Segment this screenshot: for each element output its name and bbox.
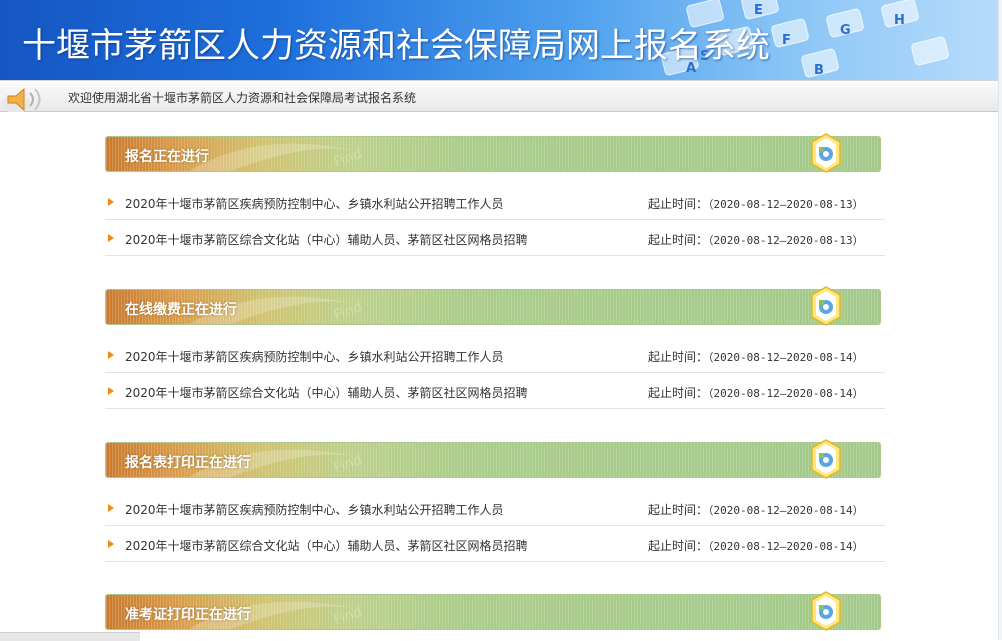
header-banner: E S F G H B A 十堰市茅箭区人力资源和社会保障局网上报名系统 (0, 0, 998, 80)
welcome-bar: 欢迎使用湖北省十堰市茅箭区人力资源和社会保障局考试报名系统 (0, 80, 998, 112)
gear-hexagon-icon (811, 286, 841, 326)
list-item: 2020年十堰市茅箭区疾病预防控制中心、乡镇水利站公开招聘工作人员 起止时间：（… (105, 337, 885, 373)
gear-hexagon-icon (811, 591, 841, 631)
date-range: 起止时间：（2020-08-12—2020-08-13） (648, 233, 864, 247)
arrow-right-icon (108, 234, 114, 242)
section-admission-ticket: Find 准考证打印正在进行 (105, 591, 885, 631)
recruitment-link[interactable]: 2020年十堰市茅箭区疾病预防控制中心、乡镇水利站公开招聘工作人员 (125, 501, 504, 518)
arrow-right-icon (108, 198, 114, 206)
svg-text:Find: Find (332, 146, 364, 171)
section-title: 报名正在进行 (125, 149, 209, 165)
recruitment-link[interactable]: 2020年十堰市茅箭区疾病预防控制中心、乡镇水利站公开招聘工作人员 (125, 195, 504, 212)
section-header: Find 报名正在进行 (105, 136, 881, 172)
section-online-payment: Find 在线缴费正在进行 2020年十堰市茅箭区疾病预防控制中心、乡镇水利站公… (105, 286, 885, 409)
list-item: 2020年十堰市茅箭区综合文化站（中心）辅助人员、茅箭区社区网格员招聘 起止时间… (105, 373, 885, 409)
gear-hexagon-icon (811, 439, 841, 479)
arrow-right-icon (108, 540, 114, 548)
recruitment-link[interactable]: 2020年十堰市茅箭区综合文化站（中心）辅助人员、茅箭区社区网格员招聘 (125, 537, 528, 554)
section-title: 准考证打印正在进行 (125, 607, 251, 623)
svg-text:G: G (840, 23, 851, 38)
date-range: 起止时间：（2020-08-12—2020-08-14） (648, 386, 864, 400)
welcome-text: 欢迎使用湖北省十堰市茅箭区人力资源和社会保障局考试报名系统 (68, 91, 417, 105)
section-header: Find 报名表打印正在进行 (105, 442, 881, 478)
header-decoration: Find (189, 143, 364, 171)
speaker-icon (2, 87, 41, 112)
date-range: 起止时间：（2020-08-12—2020-08-14） (648, 503, 864, 517)
list-item: 2020年十堰市茅箭区疾病预防控制中心、乡镇水利站公开招聘工作人员 起止时间：（… (105, 490, 885, 526)
date-range: 起止时间：（2020-08-12—2020-08-14） (648, 539, 864, 553)
svg-text:Find: Find (332, 604, 364, 629)
list-item: 2020年十堰市茅箭区综合文化站（中心）辅助人员、茅箭区社区网格员招聘 起止时间… (105, 220, 885, 256)
section-title: 报名表打印正在进行 (125, 455, 251, 471)
gear-hexagon-icon (811, 133, 841, 173)
recruitment-link[interactable]: 2020年十堰市茅箭区疾病预防控制中心、乡镇水利站公开招聘工作人员 (125, 348, 504, 365)
recruitment-link[interactable]: 2020年十堰市茅箭区综合文化站（中心）辅助人员、茅箭区社区网格员招聘 (125, 231, 528, 248)
arrow-right-icon (108, 387, 114, 395)
date-range: 起止时间：（2020-08-12—2020-08-13） (648, 197, 864, 211)
site-title: 十堰市茅箭区人力资源和社会保障局网上报名系统 (22, 26, 770, 66)
arrow-right-icon (108, 351, 114, 359)
svg-text:F: F (782, 33, 791, 48)
svg-text:B: B (814, 63, 824, 78)
section-form-printing: Find 报名表打印正在进行 2020年十堰市茅箭区疾病预防控制中心、乡镇水利站… (105, 439, 885, 562)
svg-text:H: H (894, 13, 905, 28)
section-header: Find 在线缴费正在进行 (105, 289, 881, 325)
window-edge (998, 0, 1002, 640)
date-range: 起止时间：（2020-08-12—2020-08-14） (648, 350, 864, 364)
list-item: 2020年十堰市茅箭区疾病预防控制中心、乡镇水利站公开招聘工作人员 起止时间：（… (105, 184, 885, 220)
svg-text:Find: Find (332, 452, 364, 477)
section-registration: Find 报名正在进行 2020年十堰市茅箭区疾病预防控制中心、乡镇水利站公开招… (105, 133, 885, 256)
arrow-right-icon (108, 504, 114, 512)
section-header: Find 准考证打印正在进行 (105, 594, 881, 630)
section-title: 在线缴费正在进行 (125, 302, 237, 318)
svg-text:E: E (754, 3, 763, 18)
list-item: 2020年十堰市茅箭区综合文化站（中心）辅助人员、茅箭区社区网格员招聘 起止时间… (105, 526, 885, 562)
recruitment-link[interactable]: 2020年十堰市茅箭区综合文化站（中心）辅助人员、茅箭区社区网格员招聘 (125, 384, 528, 401)
svg-text:Find: Find (332, 299, 364, 324)
